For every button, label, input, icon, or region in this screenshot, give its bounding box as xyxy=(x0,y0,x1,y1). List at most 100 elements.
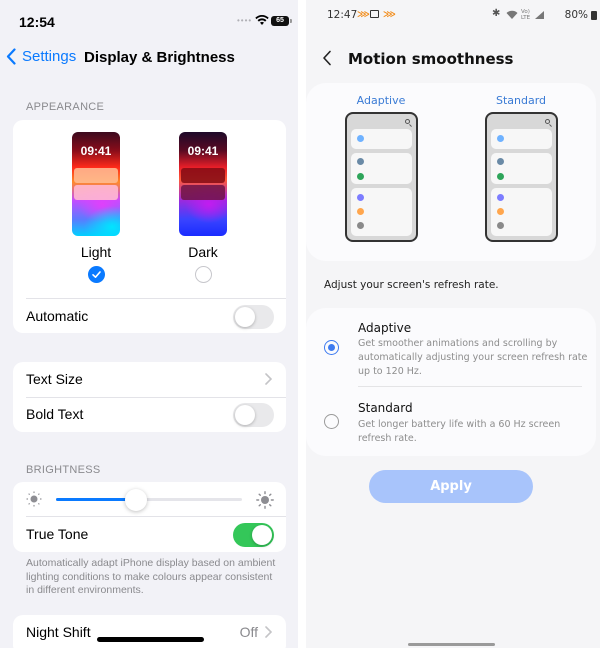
list-dot xyxy=(356,194,364,201)
ios-status-bar: 12:54 •••• 65 xyxy=(0,0,298,44)
cellular-dots-icon: •••• xyxy=(237,16,253,25)
toggle-knob xyxy=(235,307,255,327)
list-dot xyxy=(496,208,504,215)
night-shift-row[interactable]: Night Shift Off xyxy=(13,615,286,648)
wifi-icon xyxy=(506,10,518,19)
standard-radio[interactable] xyxy=(324,414,339,429)
list-dot xyxy=(356,208,364,215)
battery-icon xyxy=(591,11,597,20)
automatic-row: Automatic xyxy=(13,299,286,333)
true-tone-label: True Tone xyxy=(26,526,89,542)
list-dot xyxy=(356,173,364,180)
gallery-notification-icon xyxy=(370,10,379,18)
list-card xyxy=(490,188,552,236)
true-tone-toggle[interactable] xyxy=(233,523,274,547)
adaptive-preview: Adaptive xyxy=(343,94,419,242)
checkmark-icon xyxy=(91,271,101,278)
list-dot xyxy=(496,194,504,201)
list-card xyxy=(490,153,552,184)
brightness-slider-thumb[interactable] xyxy=(124,489,147,511)
status-time: 12:47 xyxy=(327,9,358,21)
text-size-row[interactable]: Text Size xyxy=(13,362,286,397)
ios-display-brightness-screen: 12:54 •••• 65 Settings Display & Brightn… xyxy=(0,0,298,648)
radio-unselected[interactable] xyxy=(194,266,212,283)
option-adaptive[interactable]: Adaptive Get smoother animations and scr… xyxy=(306,308,596,386)
appearance-option-label: Dark xyxy=(188,244,218,260)
light-mode-preview: 09:41 xyxy=(72,132,120,236)
bluetooth-icon: ✱ xyxy=(492,8,501,19)
brightness-card: True Tone xyxy=(13,482,286,552)
samsung-motion-smoothness-screen: 12:47 ⋙ ⋙ ✱ Vo) LTE 80% Motion smoothness… xyxy=(306,0,600,648)
home-indicator[interactable] xyxy=(97,637,204,642)
night-shift-card: Night Shift Off xyxy=(13,615,286,648)
night-shift-value: Off xyxy=(239,624,258,640)
back-button-label: Settings xyxy=(22,48,77,65)
standard-preview-label: Standard xyxy=(495,94,547,107)
toggle-knob xyxy=(235,405,255,425)
page-title: Motion smoothness xyxy=(348,50,514,68)
signal-icon xyxy=(535,11,544,19)
automatic-label: Automatic xyxy=(26,308,89,324)
list-card xyxy=(490,129,552,149)
list-dot xyxy=(496,222,504,229)
wifi-icon xyxy=(255,14,269,25)
brightness-section-label: BRIGHTNESS xyxy=(26,464,101,476)
navigation-bar: Settings Display & Brightness xyxy=(0,44,298,72)
standard-preview: Standard xyxy=(483,94,559,242)
list-card xyxy=(350,188,412,236)
preview-widget xyxy=(181,185,225,200)
list-card xyxy=(350,153,412,184)
brightness-slider-fill xyxy=(56,498,136,501)
appearance-option-dark[interactable]: 09:41 Dark xyxy=(163,132,243,283)
brightness-slider[interactable] xyxy=(56,489,242,511)
brightness-slider-row xyxy=(13,482,286,516)
preview-widget xyxy=(74,168,118,183)
radio-selected-check[interactable] xyxy=(87,266,105,283)
list-dot xyxy=(356,222,364,229)
search-icon xyxy=(544,119,550,124)
option-title: Adaptive xyxy=(358,321,412,335)
dark-mode-preview: 09:41 xyxy=(179,132,227,236)
bold-text-row: Bold Text xyxy=(13,397,286,432)
back-arrow-icon[interactable] xyxy=(322,50,332,66)
back-button[interactable]: Settings xyxy=(6,48,76,65)
true-tone-footnote: Automatically adapt iPhone display based… xyxy=(26,557,276,596)
list-dot xyxy=(356,135,364,142)
toggle-knob xyxy=(252,525,272,545)
list-dot xyxy=(356,158,364,165)
chevron-right-icon xyxy=(265,373,272,385)
option-title: Standard xyxy=(358,401,413,415)
apply-button[interactable]: Apply xyxy=(369,470,533,503)
appearance-card: 09:41 Light 09:41 Dark Automatic xyxy=(13,120,286,333)
adaptive-preview-label: Adaptive xyxy=(356,94,406,107)
option-description: Get smoother animations and scrolling by… xyxy=(358,338,588,377)
navigation-handle[interactable] xyxy=(408,643,495,646)
chevron-left-icon xyxy=(6,48,16,65)
appearance-option-light[interactable]: 09:41 Light xyxy=(56,132,136,283)
bold-text-toggle[interactable] xyxy=(233,403,274,427)
preview-widget xyxy=(74,185,118,200)
notification-app-icon: ⋙ xyxy=(383,10,396,20)
option-standard[interactable]: Standard Get longer battery life with a … xyxy=(306,387,596,453)
refresh-rate-preview-card: Adaptive Standard xyxy=(306,83,596,261)
automatic-toggle[interactable] xyxy=(233,305,274,329)
adaptive-radio[interactable] xyxy=(324,340,339,355)
phone-illustration xyxy=(344,112,418,242)
sun-small-icon xyxy=(26,491,42,507)
battery-percentage: 80% xyxy=(564,9,588,21)
preview-clock: 09:41 xyxy=(187,144,219,158)
chevron-right-icon xyxy=(265,626,272,638)
refresh-rate-description: Adjust your screen's refresh rate. xyxy=(324,279,499,291)
list-dot xyxy=(496,158,504,165)
preview-clock: 09:41 xyxy=(80,144,112,158)
text-settings-card: Text Size Bold Text xyxy=(13,362,286,432)
app-header: Motion smoothness xyxy=(306,46,600,74)
option-description: Get longer battery life with a 60 Hz scr… xyxy=(358,419,561,444)
volte-icon: Vo) LTE xyxy=(521,9,531,21)
true-tone-row: True Tone xyxy=(13,517,286,552)
sun-large-icon xyxy=(256,491,274,509)
page-title: Display & Brightness xyxy=(84,49,235,66)
bold-text-label: Bold Text xyxy=(26,406,84,422)
refresh-rate-options-card: Adaptive Get smoother animations and scr… xyxy=(306,308,596,456)
night-shift-label: Night Shift xyxy=(26,624,91,640)
